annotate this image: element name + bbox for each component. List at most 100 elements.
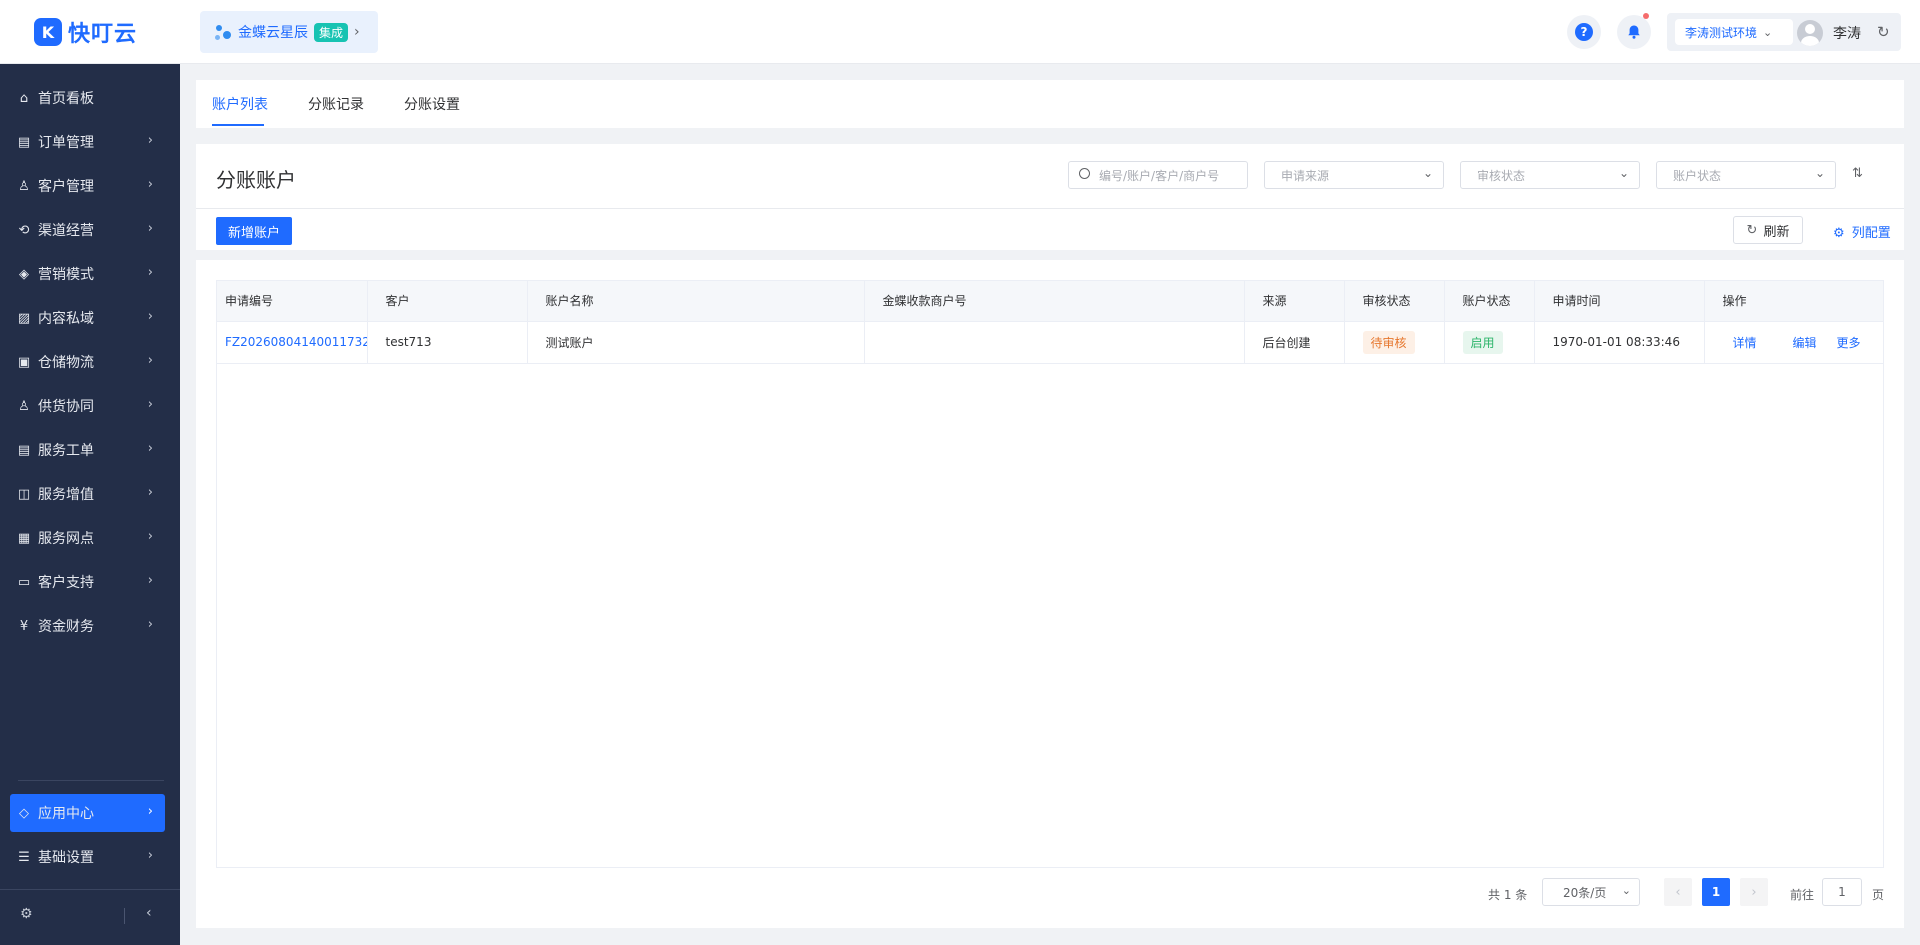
- audit-status-select[interactable]: 审核状态 ⌄: [1460, 161, 1640, 189]
- sidebar-item-marketing[interactable]: ◈ 营销模式 ›: [10, 255, 165, 293]
- sidebar-item-orders[interactable]: ▤ 订单管理 ›: [10, 123, 165, 161]
- tab-split-settings[interactable]: 分账设置: [404, 94, 460, 114]
- page-number-button[interactable]: 1: [1702, 878, 1730, 906]
- add-account-button[interactable]: 新增账户: [216, 217, 292, 245]
- bag-icon: ◫: [17, 486, 31, 502]
- table-row: FZ20260804140011732 test713 测试账户 后台创建 待审…: [217, 321, 1883, 364]
- integration-name: 金蝶云星辰: [238, 25, 308, 41]
- column-header: 客户: [367, 281, 528, 322]
- chevron-right-icon: ›: [147, 221, 153, 236]
- sidebar-item-label: 基础设置: [38, 850, 94, 866]
- sidebar-item-basic-settings[interactable]: ☰ 基础设置 ›: [10, 838, 165, 876]
- account-status-placeholder: 账户状态: [1673, 168, 1722, 183]
- sidebar-item-workorders[interactable]: ▤ 服务工单 ›: [10, 431, 165, 469]
- user-name[interactable]: 李涛: [1833, 23, 1861, 43]
- notification-button[interactable]: [1617, 13, 1651, 49]
- logo-text: 快叮云: [68, 22, 138, 47]
- chevron-right-icon: ›: [147, 309, 153, 324]
- column-header: 账户名称: [527, 281, 865, 322]
- goto-label: 前往: [1790, 888, 1815, 902]
- sidebar-item-label: 服务增值: [38, 487, 94, 503]
- source-select[interactable]: 申请来源 ⌄: [1264, 161, 1444, 189]
- prev-page-button[interactable]: ‹: [1664, 878, 1692, 906]
- refresh-icon[interactable]: ↻: [1877, 23, 1890, 41]
- integration-logo-icon: [214, 22, 234, 42]
- column-config-button[interactable]: ⚙ 列配置: [1833, 222, 1891, 241]
- chevron-right-icon: ›: [147, 617, 153, 632]
- sidebar-item-label: 资金财务: [38, 619, 94, 635]
- avatar[interactable]: [1797, 20, 1823, 46]
- sidebar: ⌂ 首页看板 ▤ 订单管理 › ♙ 客户管理 › ⟲ 渠道经营 › ◈ 营销模式…: [0, 64, 180, 945]
- edit-button[interactable]: 编辑: [1793, 336, 1817, 350]
- table-card: 申请编号 客户 账户名称 金蝶收款商户号 来源 审核状态 账户状态 申请时间 操…: [196, 260, 1904, 928]
- yuan-icon: ¥: [19, 618, 29, 634]
- application-id-link[interactable]: FZ20260804140011732: [217, 321, 368, 364]
- environment-select[interactable]: 李涛测试环境 ⌄: [1675, 19, 1793, 45]
- sidebar-item-service-points[interactable]: ▦ 服务网点 ›: [10, 519, 165, 557]
- active-tab-indicator: [212, 124, 264, 126]
- chevron-right-icon: ›: [354, 24, 360, 40]
- sidebar-item-label: 仓储物流: [38, 355, 94, 371]
- sidebar-item-channels[interactable]: ⟲ 渠道经营 ›: [10, 211, 165, 249]
- sidebar-item-label: 供货协同: [38, 399, 94, 415]
- page-size-select[interactable]: 20条/页 ⌄: [1542, 878, 1640, 906]
- chevron-right-icon: ›: [147, 848, 153, 863]
- search-input[interactable]: 编号/账户/客户/商户号: [1068, 161, 1248, 189]
- account-status-select[interactable]: 账户状态 ⌄: [1656, 161, 1836, 189]
- environment-label: 李涛测试环境: [1685, 25, 1758, 40]
- tab-split-records[interactable]: 分账记录: [308, 94, 364, 114]
- more-button[interactable]: 更多: [1837, 336, 1861, 350]
- user-area: 李涛测试环境 ⌄ 李涛 ↻: [1667, 13, 1901, 51]
- next-page-button[interactable]: ›: [1740, 878, 1768, 906]
- sidebar-item-supply[interactable]: ♙ 供货协同 ›: [10, 387, 165, 425]
- goto-page-input[interactable]: 1: [1822, 878, 1862, 906]
- integration-badge: 集成: [314, 22, 349, 42]
- chevron-down-icon: ⌄: [1618, 166, 1629, 180]
- column-header: 金蝶收款商户号: [864, 281, 1245, 322]
- toolbar-divider: [196, 208, 1904, 209]
- table-header-row: 申请编号 客户 账户名称 金蝶收款商户号 来源 审核状态 账户状态 申请时间 操…: [217, 281, 1883, 322]
- help-icon: ?: [1575, 23, 1593, 41]
- tag-icon: ◈: [19, 266, 29, 282]
- column-header: 审核状态: [1344, 281, 1445, 322]
- customer-cell: test713: [367, 321, 528, 364]
- help-button[interactable]: ?: [1567, 15, 1601, 49]
- sidebar-item-warehouse[interactable]: ▣ 仓储物流 ›: [10, 343, 165, 381]
- collapse-sidebar-icon[interactable]: ‹: [146, 905, 152, 921]
- gear-icon[interactable]: ⚙: [20, 906, 33, 922]
- top-header: K 快叮云 金蝶云星辰 集成 › ? 李涛测试环境 ⌄ 李涛 ↻: [0, 0, 1920, 64]
- tabs-bar: 账户列表 分账记录 分账设置: [196, 80, 1904, 128]
- chevron-down-icon: ⌄: [1621, 884, 1631, 897]
- refresh-label: 刷新: [1763, 224, 1790, 240]
- integration-switcher[interactable]: 金蝶云星辰 集成 ›: [200, 11, 378, 53]
- supply-icon: ♙: [18, 398, 30, 414]
- audit-status-placeholder: 审核状态: [1477, 168, 1526, 183]
- channel-icon: ⟲: [18, 222, 30, 238]
- sidebar-item-label: 服务工单: [38, 443, 94, 459]
- detail-button[interactable]: 详情: [1733, 336, 1757, 350]
- sidebar-item-home[interactable]: ⌂ 首页看板: [10, 79, 165, 117]
- chevron-down-icon: ⌄: [1422, 166, 1433, 180]
- sidebar-item-content[interactable]: ▨ 内容私域 ›: [10, 299, 165, 337]
- sidebar-item-support[interactable]: ▭ 客户支持 ›: [10, 563, 165, 601]
- column-header: 来源: [1244, 281, 1345, 322]
- source-cell: 后台创建: [1244, 321, 1345, 364]
- chevron-right-icon: ›: [147, 441, 153, 456]
- refresh-button[interactable]: ↻ 刷新: [1733, 216, 1803, 244]
- apply-time-cell: 1970-01-01 08:33:46: [1534, 321, 1705, 364]
- sidebar-item-customers[interactable]: ♙ 客户管理 ›: [10, 167, 165, 205]
- app-logo[interactable]: K 快叮云: [34, 17, 137, 47]
- column-config-label: 列配置: [1851, 226, 1891, 241]
- bell-icon: [1628, 25, 1640, 39]
- sidebar-item-finance[interactable]: ¥ 资金财务 ›: [10, 607, 165, 645]
- tab-account-list[interactable]: 账户列表: [212, 94, 268, 114]
- accounts-table: 申请编号 客户 账户名称 金蝶收款商户号 来源 审核状态 账户状态 申请时间 操…: [216, 280, 1884, 868]
- source-placeholder: 申请来源: [1281, 168, 1330, 183]
- sidebar-item-label: 服务网点: [38, 531, 94, 547]
- sidebar-item-value-added[interactable]: ◫ 服务增值 ›: [10, 475, 165, 513]
- chevron-right-icon: ›: [147, 804, 153, 819]
- sidebar-item-app-center[interactable]: ◇ 应用中心 ›: [10, 794, 165, 832]
- sort-icon[interactable]: ⇅: [1852, 166, 1863, 181]
- sidebar-item-label: 内容私域: [38, 311, 94, 327]
- column-header: 账户状态: [1444, 281, 1535, 322]
